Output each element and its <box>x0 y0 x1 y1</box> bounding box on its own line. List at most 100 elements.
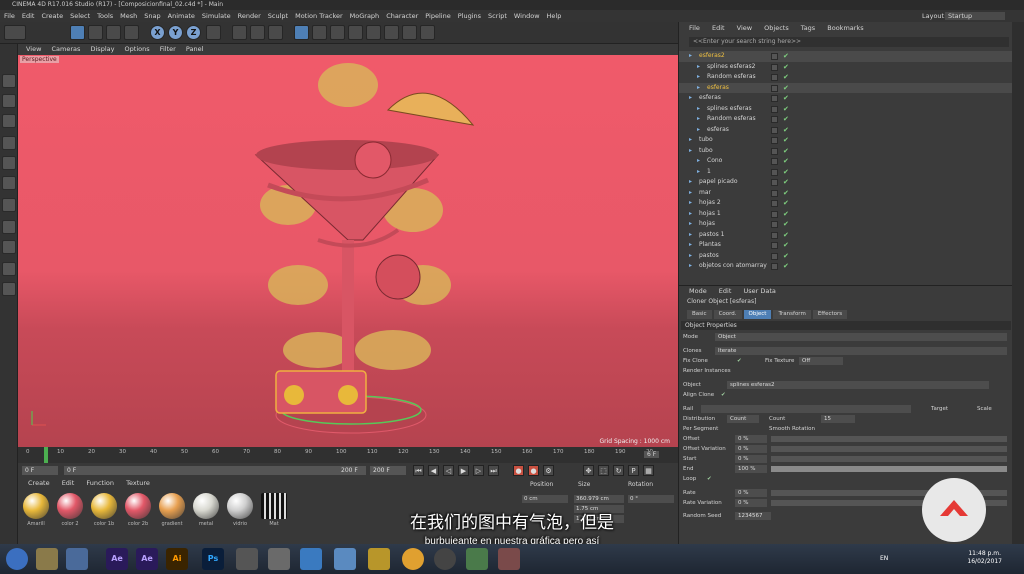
object-search-input[interactable]: <<Enter your search string here>> <box>689 37 1009 47</box>
menu-help[interactable]: Help <box>547 12 562 20</box>
align-clone-checkbox[interactable]: ✔ <box>721 391 726 400</box>
render-view-button[interactable] <box>232 25 247 40</box>
object-menu-view[interactable]: View <box>737 24 752 32</box>
3d-viewport[interactable]: Perspective Grid Spacing: 1000 cm <box>18 55 678 447</box>
texture-mode-icon[interactable] <box>2 94 16 108</box>
object-visibility-toggle[interactable] <box>771 53 778 60</box>
cube-icon[interactable] <box>294 25 309 40</box>
object-menu-tags[interactable]: Tags <box>801 24 815 32</box>
object-link-field[interactable]: splines esferas2 <box>727 381 989 389</box>
camera-icon[interactable] <box>402 25 417 40</box>
menu-simulate[interactable]: Simulate <box>202 12 231 20</box>
object-visibility-toggle[interactable] <box>771 63 778 71</box>
viewport-menu-options[interactable]: Options <box>125 45 150 53</box>
object-enabled-check-icon[interactable]: ✔ <box>783 156 789 167</box>
menu-edit[interactable]: Edit <box>22 12 35 20</box>
menu-tools[interactable]: Tools <box>97 12 113 20</box>
object-enabled-check-icon[interactable]: ✔ <box>783 72 789 83</box>
object-enabled-check-icon[interactable]: ✔ <box>783 177 789 188</box>
loop-checkbox[interactable]: ✔ <box>707 475 712 484</box>
menu-plugins[interactable]: Plugins <box>458 12 481 20</box>
object-row[interactable]: ▸ pastos 1 ✔ <box>679 230 1013 241</box>
offset-variation-slider[interactable] <box>771 446 1007 452</box>
timeline-ruler[interactable]: 0 10 20 30 40 50 60 70 80 90 100 110 120 130 140 150 160… <box>18 447 678 463</box>
menu-file[interactable]: File <box>4 12 15 20</box>
object-menu-file[interactable]: File <box>689 24 700 32</box>
workplane-icon[interactable] <box>2 114 16 128</box>
material-menu-edit[interactable]: Edit <box>62 479 75 487</box>
object-name[interactable]: tubo <box>699 135 713 146</box>
floor-icon[interactable] <box>384 25 399 40</box>
material-swatch[interactable]: Amarill <box>22 493 50 533</box>
live-app-icon[interactable] <box>236 548 258 570</box>
max-frame-field[interactable]: 200 F <box>338 466 366 475</box>
object-name[interactable]: esferas2 <box>699 51 725 62</box>
object-visibility-toggle[interactable] <box>771 126 778 134</box>
z-axis-button[interactable]: Z <box>186 25 201 40</box>
object-enabled-check-icon[interactable]: ✔ <box>783 219 789 230</box>
end-slider[interactable] <box>771 466 1007 472</box>
object-enabled-check-icon[interactable]: ✔ <box>783 230 789 241</box>
clones-dropdown[interactable]: Iterate <box>715 347 1007 355</box>
object-visibility-toggle[interactable] <box>771 147 778 155</box>
menu-motion-tracker[interactable]: Motion Tracker <box>295 12 343 20</box>
app-icon[interactable] <box>300 548 322 570</box>
object-visibility-toggle[interactable] <box>771 189 778 197</box>
locking-icon[interactable] <box>2 262 16 276</box>
app4-icon[interactable] <box>498 548 520 570</box>
fix-clone-checkbox[interactable]: ✔ <box>737 357 742 366</box>
object-enabled-check-icon[interactable]: ✔ <box>783 125 789 136</box>
object-enabled-check-icon[interactable]: ✔ <box>783 51 789 62</box>
timeline-playhead[interactable] <box>44 447 48 463</box>
folder-icon[interactable] <box>368 548 390 570</box>
param-key-button[interactable]: P <box>628 465 639 476</box>
rotate-tool-button[interactable] <box>106 25 121 40</box>
menu-render[interactable]: Render <box>238 12 261 20</box>
object-enabled-check-icon[interactable]: ✔ <box>783 198 789 209</box>
menu-animate[interactable]: Animate <box>168 12 195 20</box>
layout-dropdown[interactable]: Startup <box>945 12 1005 20</box>
object-enabled-check-icon[interactable]: ✔ <box>783 93 789 104</box>
coord-x-rotation[interactable]: 0 ° <box>628 495 674 503</box>
tab-object[interactable]: Object <box>743 310 772 319</box>
object-row[interactable]: ▸ 1 ✔ <box>679 167 1013 178</box>
material-swatch[interactable]: color 2b <box>124 493 152 533</box>
object-row[interactable]: ▸ tubo ✔ <box>679 135 1013 146</box>
offset-slider[interactable] <box>771 436 1007 442</box>
object-visibility-toggle[interactable] <box>771 221 778 228</box>
fix-texture-dropdown[interactable]: Off <box>799 357 843 365</box>
object-name[interactable]: mar <box>699 188 711 199</box>
scale-key-button[interactable]: ⬚ <box>598 465 609 476</box>
object-row[interactable]: ▸ esferas ✔ <box>679 82 1013 93</box>
object-enabled-check-icon[interactable]: ✔ <box>783 62 789 73</box>
menu-select[interactable]: Select <box>70 12 90 20</box>
mode-dropdown[interactable]: Object <box>715 333 1007 341</box>
menu-character[interactable]: Character <box>386 12 418 20</box>
render-settings-button[interactable] <box>268 25 283 40</box>
material-swatch[interactable]: color 2 <box>56 493 84 533</box>
start-frame-field[interactable]: 0 F <box>22 466 58 475</box>
object-visibility-toggle[interactable] <box>771 252 778 260</box>
subdivision-icon[interactable] <box>330 25 345 40</box>
deformer-icon[interactable] <box>366 25 381 40</box>
count-field[interactable]: 15 <box>821 415 855 423</box>
position-key-button[interactable]: ✥ <box>583 465 594 476</box>
object-row[interactable]: ▸ Random esferas ✔ <box>679 72 1013 83</box>
render-picture-viewer-button[interactable] <box>250 25 265 40</box>
start-slider[interactable] <box>771 456 1007 462</box>
illustrator-icon[interactable]: Ai <box>166 548 188 570</box>
object-enabled-check-icon[interactable]: ✔ <box>783 146 789 157</box>
attr-menu-edit[interactable]: Edit <box>719 287 732 295</box>
object-enabled-check-icon[interactable]: ✔ <box>783 167 789 178</box>
object-name[interactable]: hojas 1 <box>699 209 721 220</box>
object-enabled-check-icon[interactable]: ✔ <box>783 251 789 262</box>
cinema4d-icon[interactable] <box>66 548 88 570</box>
app2-icon[interactable] <box>334 548 356 570</box>
object-name[interactable]: papel picado <box>699 177 738 188</box>
menu-mograph[interactable]: MoGraph <box>350 12 380 20</box>
x-axis-button[interactable]: X <box>150 25 165 40</box>
object-menu-edit[interactable]: Edit <box>712 24 725 32</box>
coord-x-size[interactable]: 360.979 cm <box>574 495 624 503</box>
after-effects-icon[interactable]: Ae <box>106 548 128 570</box>
start-field[interactable]: 0 % <box>735 455 767 463</box>
